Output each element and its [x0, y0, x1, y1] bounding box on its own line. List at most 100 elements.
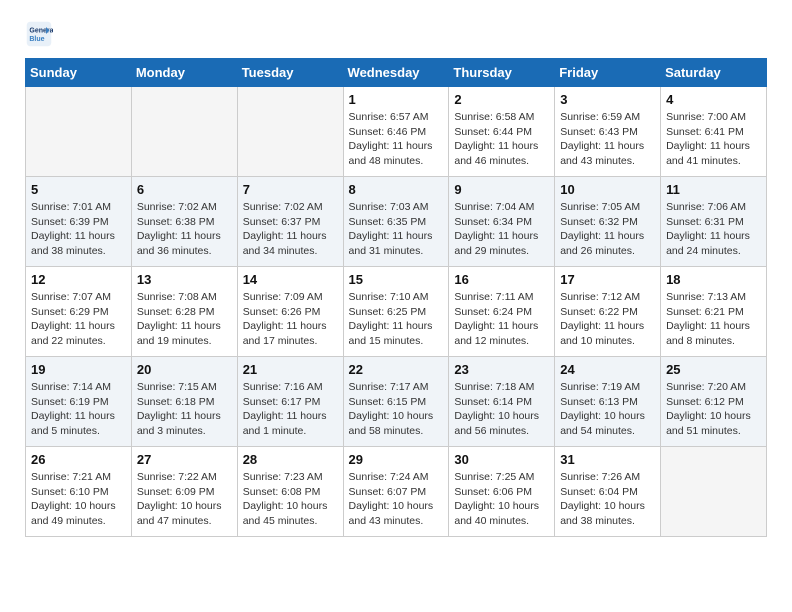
calendar-cell: 21 Sunrise: 7:16 AM Sunset: 6:17 PM Dayli…: [237, 357, 343, 447]
day-number: 19: [31, 362, 126, 377]
day-number: 8: [349, 182, 444, 197]
day-info: Sunrise: 6:58 AM Sunset: 6:44 PM Dayligh…: [454, 110, 549, 169]
calendar-cell: 6 Sunrise: 7:02 AM Sunset: 6:38 PM Daylig…: [131, 177, 237, 267]
day-number: 22: [349, 362, 444, 377]
day-number: 14: [243, 272, 338, 287]
day-number: 24: [560, 362, 655, 377]
svg-text:General: General: [29, 27, 53, 34]
calendar-cell: 24Sunrise: 7:19 AM Sunset: 6:13 PM Dayli…: [555, 357, 661, 447]
day-info: Sunrise: 7:13 AM Sunset: 6:21 PM Dayligh…: [666, 290, 761, 349]
day-number: 29: [349, 452, 444, 467]
header-saturday: Saturday: [661, 59, 767, 87]
calendar-cell: 18 Sunrise: 7:13 AM Sunset: 6:21 PM Dayli…: [661, 267, 767, 357]
calendar-cell: 13 Sunrise: 7:08 AM Sunset: 6:28 PM Dayli…: [131, 267, 237, 357]
day-number: 10: [560, 182, 655, 197]
header-monday: Monday: [131, 59, 237, 87]
day-info: Sunrise: 7:02 AM Sunset: 6:38 PM Dayligh…: [137, 200, 232, 259]
day-number: 30: [454, 452, 549, 467]
day-number: 26: [31, 452, 126, 467]
day-number: 17: [560, 272, 655, 287]
day-number: 23: [454, 362, 549, 377]
day-number: 2: [454, 92, 549, 107]
day-info: Sunrise: 7:11 AM Sunset: 6:24 PM Dayligh…: [454, 290, 549, 349]
day-info: Sunrise: 7:15 AM Sunset: 6:18 PM Dayligh…: [137, 380, 232, 439]
day-number: 6: [137, 182, 232, 197]
header-thursday: Thursday: [449, 59, 555, 87]
day-info: Sunrise: 7:09 AM Sunset: 6:26 PM Dayligh…: [243, 290, 338, 349]
logo: General Blue: [25, 20, 57, 48]
day-info: Sunrise: 7:25 AM Sunset: 6:06 PM Dayligh…: [454, 470, 549, 529]
logo-icon: General Blue: [25, 20, 53, 48]
calendar-cell: 17 Sunrise: 7:12 AM Sunset: 6:22 PM Dayli…: [555, 267, 661, 357]
day-info: Sunrise: 7:08 AM Sunset: 6:28 PM Dayligh…: [137, 290, 232, 349]
day-info: Sunrise: 7:20 AM Sunset: 6:12 PM Dayligh…: [666, 380, 761, 439]
week-row-2: 5Sunrise: 7:01 AM Sunset: 6:39 PM Daylig…: [26, 177, 767, 267]
day-number: 27: [137, 452, 232, 467]
calendar-table: SundayMondayTuesdayWednesdayThursdayFrid…: [25, 58, 767, 537]
calendar-cell: 26 Sunrise: 7:21 AM Sunset: 6:10 PM Dayli…: [26, 447, 132, 537]
day-info: Sunrise: 7:21 AM Sunset: 6:10 PM Dayligh…: [31, 470, 126, 529]
day-number: 3: [560, 92, 655, 107]
day-number: 18: [666, 272, 761, 287]
day-info: Sunrise: 7:23 AM Sunset: 6:08 PM Dayligh…: [243, 470, 338, 529]
header-friday: Friday: [555, 59, 661, 87]
day-number: 13: [137, 272, 232, 287]
calendar-cell: 15Sunrise: 7:10 AM Sunset: 6:25 PM Dayli…: [343, 267, 449, 357]
page-header: General Blue: [25, 20, 767, 48]
calendar-cell: 16 Sunrise: 7:11 AM Sunset: 6:24 PM Dayli…: [449, 267, 555, 357]
day-number: 25: [666, 362, 761, 377]
calendar-cell: 8Sunrise: 7:03 AM Sunset: 6:35 PM Daylig…: [343, 177, 449, 267]
day-number: 11: [666, 182, 761, 197]
calendar-cell: 19 Sunrise: 7:14 AM Sunset: 6:19 PM Dayli…: [26, 357, 132, 447]
day-info: Sunrise: 7:18 AM Sunset: 6:14 PM Dayligh…: [454, 380, 549, 439]
header-wednesday: Wednesday: [343, 59, 449, 87]
svg-text:Blue: Blue: [29, 36, 44, 43]
calendar-cell: 5Sunrise: 7:01 AM Sunset: 6:39 PM Daylig…: [26, 177, 132, 267]
day-number: 7: [243, 182, 338, 197]
day-number: 21: [243, 362, 338, 377]
day-info: Sunrise: 7:16 AM Sunset: 6:17 PM Dayligh…: [243, 380, 338, 439]
week-row-5: 26 Sunrise: 7:21 AM Sunset: 6:10 PM Dayli…: [26, 447, 767, 537]
day-info: Sunrise: 7:05 AM Sunset: 6:32 PM Dayligh…: [560, 200, 655, 259]
calendar-cell: 11 Sunrise: 7:06 AM Sunset: 6:31 PM Dayli…: [661, 177, 767, 267]
day-number: 15: [349, 272, 444, 287]
day-info: Sunrise: 7:24 AM Sunset: 6:07 PM Dayligh…: [349, 470, 444, 529]
calendar-cell: 25 Sunrise: 7:20 AM Sunset: 6:12 PM Dayli…: [661, 357, 767, 447]
day-number: 16: [454, 272, 549, 287]
calendar-cell: [131, 87, 237, 177]
day-info: Sunrise: 7:02 AM Sunset: 6:37 PM Dayligh…: [243, 200, 338, 259]
calendar-cell: 28 Sunrise: 7:23 AM Sunset: 6:08 PM Dayli…: [237, 447, 343, 537]
day-info: Sunrise: 6:59 AM Sunset: 6:43 PM Dayligh…: [560, 110, 655, 169]
day-info: Sunrise: 7:04 AM Sunset: 6:34 PM Dayligh…: [454, 200, 549, 259]
calendar-cell: 7 Sunrise: 7:02 AM Sunset: 6:37 PM Daylig…: [237, 177, 343, 267]
day-info: Sunrise: 6:57 AM Sunset: 6:46 PM Dayligh…: [349, 110, 444, 169]
day-number: 28: [243, 452, 338, 467]
calendar-cell: 20 Sunrise: 7:15 AM Sunset: 6:18 PM Dayli…: [131, 357, 237, 447]
calendar-cell: 29 Sunrise: 7:24 AM Sunset: 6:07 PM Dayli…: [343, 447, 449, 537]
day-number: 20: [137, 362, 232, 377]
calendar-cell: 3 Sunrise: 6:59 AM Sunset: 6:43 PM Daylig…: [555, 87, 661, 177]
header-sunday: Sunday: [26, 59, 132, 87]
calendar-cell: 23 Sunrise: 7:18 AM Sunset: 6:14 PM Dayli…: [449, 357, 555, 447]
calendar-cell: [237, 87, 343, 177]
day-info: Sunrise: 7:01 AM Sunset: 6:39 PM Dayligh…: [31, 200, 126, 259]
day-number: 9: [454, 182, 549, 197]
calendar-cell: 22 Sunrise: 7:17 AM Sunset: 6:15 PM Dayli…: [343, 357, 449, 447]
calendar-cell: 9 Sunrise: 7:04 AM Sunset: 6:34 PM Daylig…: [449, 177, 555, 267]
day-number: 4: [666, 92, 761, 107]
day-info: Sunrise: 7:17 AM Sunset: 6:15 PM Dayligh…: [349, 380, 444, 439]
week-row-3: 12Sunrise: 7:07 AM Sunset: 6:29 PM Dayli…: [26, 267, 767, 357]
calendar-cell: 10 Sunrise: 7:05 AM Sunset: 6:32 PM Dayli…: [555, 177, 661, 267]
calendar-cell: [26, 87, 132, 177]
day-info: Sunrise: 7:07 AM Sunset: 6:29 PM Dayligh…: [31, 290, 126, 349]
header-tuesday: Tuesday: [237, 59, 343, 87]
day-info: Sunrise: 7:06 AM Sunset: 6:31 PM Dayligh…: [666, 200, 761, 259]
day-info: Sunrise: 7:26 AM Sunset: 6:04 PM Dayligh…: [560, 470, 655, 529]
day-info: Sunrise: 7:12 AM Sunset: 6:22 PM Dayligh…: [560, 290, 655, 349]
day-info: Sunrise: 7:14 AM Sunset: 6:19 PM Dayligh…: [31, 380, 126, 439]
day-number: 31: [560, 452, 655, 467]
calendar-cell: 4Sunrise: 7:00 AM Sunset: 6:41 PM Daylig…: [661, 87, 767, 177]
week-row-4: 19 Sunrise: 7:14 AM Sunset: 6:19 PM Dayli…: [26, 357, 767, 447]
week-row-1: 1Sunrise: 6:57 AM Sunset: 6:46 PM Daylig…: [26, 87, 767, 177]
calendar-cell: 12Sunrise: 7:07 AM Sunset: 6:29 PM Dayli…: [26, 267, 132, 357]
